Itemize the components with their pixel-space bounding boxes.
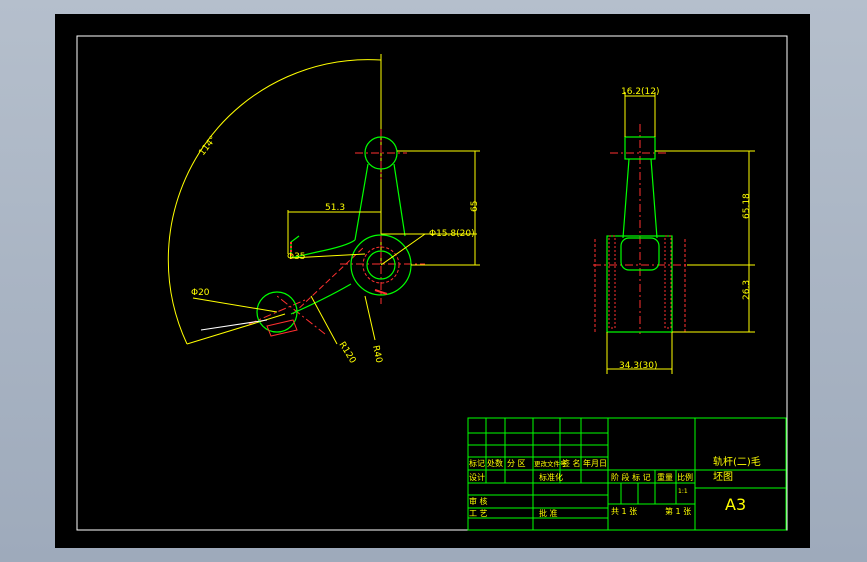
- cad-viewport: 114° 51.3 65 Φ15.8(20) Φ35 Φ20 R120 R40: [0, 0, 867, 562]
- dim-r120: R120: [336, 340, 357, 365]
- row-design: 设计: [469, 472, 485, 482]
- leader-d158-2: [380, 233, 426, 266]
- row-approve: 批 准: [539, 508, 558, 518]
- drawing-frame: [76, 35, 788, 531]
- row-standard: 标准化: [539, 472, 563, 482]
- side-base-hatch: [608, 235, 616, 329]
- hdr-mark: 标记: [469, 458, 485, 468]
- dim-65: 65: [470, 201, 480, 212]
- dim-d15-8: Φ15.8(20): [429, 229, 475, 239]
- row-process: 工 艺: [469, 509, 488, 518]
- part-name: 轨杆(二)毛: [713, 455, 761, 468]
- dim-d35: Φ35: [287, 252, 306, 262]
- arc-radial-line-2: [186, 313, 286, 345]
- hdr-date: 年月日: [583, 458, 607, 468]
- leader-d20: [192, 297, 278, 313]
- leader-r120: [310, 295, 338, 345]
- sheet-size: A3: [725, 495, 746, 514]
- hdr-sign: 签 名: [562, 458, 581, 468]
- scale-label: 比例: [677, 472, 693, 482]
- angle-arc: [167, 59, 382, 345]
- hdr-zone: 分 区: [507, 459, 526, 468]
- side-base-hatch-2: [664, 235, 672, 329]
- total-sheets: 共 1 张: [611, 507, 637, 516]
- arm-edge: [393, 163, 406, 237]
- scale-value: 1:1: [678, 488, 688, 495]
- dim-angle: 114°: [197, 135, 218, 158]
- dim-26-3: 26.3: [742, 280, 752, 300]
- drawing-sheet[interactable]: 114° 51.3 65 Φ15.8(20) Φ35 Φ20 R120 R40: [55, 14, 810, 548]
- dim-top-width-text: 16.2(12): [621, 87, 660, 97]
- dim-d20: Φ20: [191, 288, 210, 298]
- arm-edge: [354, 163, 369, 241]
- lever-bottom-edge: [290, 283, 352, 315]
- leader-white: [200, 319, 268, 331]
- weight-label: 重量: [657, 472, 673, 482]
- dim-51-3: 51.3: [325, 203, 345, 213]
- cad-drawing: 114° 51.3 65 Φ15.8(20) Φ35 Φ20 R120 R40: [76, 35, 788, 531]
- stage-label: 阶 段 标 记: [611, 472, 651, 482]
- sheet-number: 第 1 张: [665, 506, 691, 516]
- front-view: 114° 51.3 65 Φ15.8(20) Φ35 Φ20 R120 R40: [167, 54, 480, 366]
- leader-r40: [364, 295, 376, 341]
- dim-65-18: 65.18: [742, 193, 752, 219]
- part-name-2: 坯图: [713, 471, 733, 483]
- title-block-text: 标记 处数 分 区 更改文件号 签 名 年月日 设计 标准化 审 核 工 艺 批…: [469, 455, 761, 518]
- dim-r40: R40: [370, 345, 384, 365]
- dim-bottom-width: 34.3(30): [619, 361, 658, 371]
- end-hatch: [266, 319, 298, 337]
- row-check: 审 核: [469, 496, 488, 506]
- hdr-count: 处数: [487, 458, 503, 468]
- side-view: 16.2(12) 65.18 26.3 34.3(30): [593, 87, 755, 374]
